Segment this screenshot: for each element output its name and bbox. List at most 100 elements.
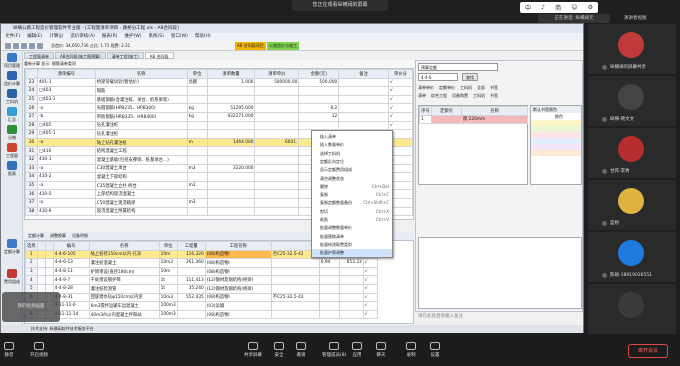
leave-meeting-button[interactable]: 离开会议	[628, 344, 668, 358]
column-header[interactable]: 工程名称	[204, 241, 272, 251]
ime-item[interactable]: 简	[555, 3, 561, 12]
notes-placeholder[interactable]: 请在此处直接输入备注	[418, 313, 582, 319]
share-screen-button[interactable]: 共享屏幕	[244, 342, 262, 358]
context-menu-item[interactable]: 选择工料机	[312, 150, 392, 157]
open-icon[interactable]	[13, 43, 19, 49]
color-swatch[interactable]	[531, 150, 581, 156]
context-menu-item[interactable]: 复制 Ctrl+C	[312, 191, 392, 198]
column-header[interactable]	[44, 241, 54, 251]
column-header[interactable]: 名称	[94, 69, 188, 79]
column-header[interactable]: 选择	[25, 241, 38, 251]
table-row[interactable]: 23 401-1 桥梁荷载试验(暂估价) 总额 1.000 500000.00 500,0…	[25, 77, 413, 88]
column-header[interactable]	[36, 241, 46, 251]
context-menu-item[interactable]: 批量调整数量单价	[312, 224, 392, 231]
menu-item[interactable]: 窗口(W)	[171, 33, 188, 41]
column-header[interactable]: 金额(元)	[298, 69, 340, 79]
radio[interactable]: 定额单价	[439, 85, 455, 91]
menu-item[interactable]: 报表(R)	[102, 33, 118, 41]
context-menu-item[interactable]: 定额反向定位	[312, 158, 392, 165]
context-menu-item[interactable]: 删除 Ctrl+Del	[312, 183, 392, 190]
tab[interactable]: AB 合同段	[144, 52, 174, 59]
gear-button[interactable]: 设置	[430, 342, 440, 358]
print-icon[interactable]	[29, 43, 35, 49]
nav-item[interactable]: 报表	[3, 161, 21, 177]
participant-tile[interactable]: 陈硕-18919036551	[588, 232, 676, 282]
participant-tile[interactable]: 纵横-晓文文	[588, 76, 676, 126]
ime-item[interactable]: 中	[525, 3, 531, 12]
mic-button[interactable]: 静音	[4, 342, 14, 358]
ime-item[interactable]: ⚙	[588, 4, 593, 11]
column-header[interactable]: 单位	[158, 241, 178, 251]
ime-item[interactable]: ♪	[541, 4, 545, 11]
tab[interactable]: AB合同段(施工图预算)	[55, 52, 106, 59]
radio[interactable]: 清单	[418, 93, 426, 99]
apps-button[interactable]: 应用	[352, 342, 362, 358]
participant-tile[interactable]: 蓝桥	[588, 180, 676, 230]
record-button[interactable]: 录制	[406, 342, 416, 358]
table-row[interactable]: 5 4-4-8-28 灌注桩检测管 1t 35.240 (12)钢材及钢结构(桥梁) √	[25, 283, 378, 294]
context-menu-item[interactable]: 剪切 Ctrl+X	[312, 208, 392, 215]
view-mode-button[interactable]: 演讲者视图	[624, 14, 674, 23]
column-header[interactable]: 单位	[186, 69, 208, 79]
video-button[interactable]: 开启视频	[30, 342, 48, 358]
context-menu-item[interactable]: 插入清单	[312, 133, 392, 140]
tab[interactable]: 定额计算	[28, 232, 44, 240]
nav-item[interactable]: 汇总	[3, 107, 21, 123]
context-menu-item[interactable]: 批量护筒调整	[312, 249, 392, 257]
menu-item[interactable]: 维护(W)	[125, 33, 142, 41]
menu-item[interactable]: 系统(S)	[149, 33, 164, 41]
table-row[interactable]: 4 4-4-9-7 干处埋设钢护筒 1t 111.413 (12)钢材及钢结构(桥梁) √	[25, 275, 378, 285]
column-header[interactable]: 工程量	[176, 241, 206, 251]
tab[interactable]: 设备明细	[72, 232, 88, 240]
tab[interactable]: 工程量清单	[24, 52, 54, 59]
context-menu-item[interactable]: 插入数量单价	[312, 141, 392, 148]
radio[interactable]: 清单单价	[418, 85, 434, 91]
nav-item[interactable]: 项目管理	[3, 53, 21, 69]
column-header[interactable]	[25, 69, 38, 79]
invite-button[interactable]: 邀请	[296, 342, 306, 358]
column-header[interactable]: 编号	[52, 241, 90, 251]
menu-item[interactable]: 文件(F)	[5, 33, 20, 41]
column-header[interactable]: 清单编号	[36, 69, 96, 79]
radio[interactable]: 综合工程	[431, 93, 447, 99]
table-row[interactable]: 3 4-4-8-11 护筒埋设(直径180cm) 10m (08)构造物Ⅰ √	[25, 266, 378, 277]
chat-button[interactable]: 聊天	[376, 342, 386, 358]
column-header[interactable]: 名称	[88, 241, 160, 251]
context-menu-item[interactable]: 批量修改取费类别	[312, 241, 392, 248]
search-input[interactable]: 4-4-6	[418, 73, 458, 81]
ime-toolbar[interactable]: 中 ♪ 简 ☺ ⚙	[520, 2, 598, 13]
column-header[interactable]: 清单数量	[206, 69, 256, 79]
nav-item[interactable]: 工程量	[3, 143, 21, 159]
table-row[interactable]: 64-4-8-31回旋潜水钻φ150cm以内泥10m3552.435(08)构造…	[25, 292, 378, 303]
nav-item[interactable]: 造价计算	[3, 71, 21, 87]
table-row[interactable]: 24 □403 钢筋 √	[25, 86, 413, 96]
menu-item[interactable]: 造价审核(A)	[70, 33, 95, 41]
participant-tile[interactable]: 纵横阔的屏幕共享	[588, 24, 676, 74]
new-icon[interactable]	[5, 43, 11, 49]
radio[interactable]: 设备购置	[452, 93, 468, 99]
table-row[interactable]: 28 □405 钻孔灌注桩 √	[25, 120, 413, 131]
tab[interactable]: 清单工程(施工)	[106, 52, 144, 59]
shield-button[interactable]: 安全	[274, 342, 284, 358]
participant-tile[interactable]	[588, 284, 676, 334]
menu-item[interactable]: 编辑(E)	[27, 33, 42, 41]
search-button[interactable]: 查找	[462, 73, 478, 81]
nav-item[interactable]: 费用组成	[3, 269, 21, 285]
table-row[interactable]: 25 □403-1 基础钢筋(含灌注桩、承台、桩系梁等) √	[25, 94, 413, 105]
menu-item[interactable]: 帮助(H)	[195, 33, 211, 41]
nav-item[interactable]: 定额计算	[3, 239, 21, 255]
table-row[interactable]: 27 -b 带肋钢筋(HRB335、HRB400) kg 932271.000 12 √	[25, 111, 413, 122]
column-header[interactable]: 单价分	[387, 69, 413, 79]
context-menu-item[interactable]: 清空调整状态	[312, 175, 392, 182]
column-header[interactable]: 清单单价	[254, 69, 300, 79]
notes-area[interactable]	[418, 237, 582, 309]
self-video-tile[interactable]: 我的视频画面	[2, 292, 60, 322]
project-button[interactable]: AB 合同段项目	[235, 42, 266, 50]
table-row[interactable]: 74-11-11-66m3搅拌运输车运混凝土100m3(03)运输√	[25, 301, 378, 311]
table-row[interactable]: 84-11-11-1440m3/h以内混凝土拌和站100m3(08)构造物Ⅰ√	[25, 309, 378, 320]
construction-button[interactable]: 公路造价与施工	[267, 42, 299, 50]
context-menu-item[interactable]: 复制定额数量备份 Ctrl+Shift+C	[312, 199, 392, 206]
table-row[interactable]: 26 -a 光圆钢筋(HPB235、HPB300) kg 51295.000 8,2 √	[25, 103, 413, 113]
ime-item[interactable]: ☺	[571, 4, 577, 11]
radio[interactable]: 书签	[490, 85, 498, 91]
